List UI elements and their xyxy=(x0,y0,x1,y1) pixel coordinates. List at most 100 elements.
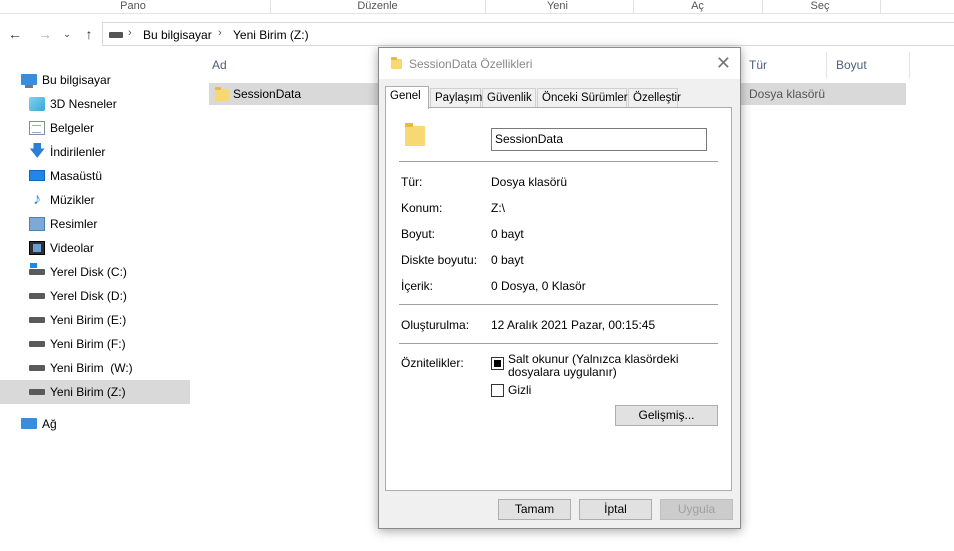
tab-sharing[interactable]: Paylaşım xyxy=(430,88,482,108)
forward-arrow-icon[interactable]: → xyxy=(36,24,54,44)
sidebar-item-label: Bu bilgisayar xyxy=(42,73,111,87)
sidebar-item-drive-z[interactable]: Yeni Birim (Z:) xyxy=(0,380,190,404)
drive-icon xyxy=(29,293,45,299)
desktop-icon xyxy=(29,170,45,181)
sidebar-item-music[interactable]: ♪ Müzikler xyxy=(0,188,190,212)
column-header-type[interactable]: Tür xyxy=(749,52,767,78)
breadcrumb-this-pc[interactable]: Bu bilgisayar xyxy=(143,28,212,42)
attributes-label: Öznitelikler: xyxy=(401,356,464,370)
sidebar-item-label: Ağ xyxy=(42,417,57,431)
readonly-checkbox[interactable] xyxy=(491,357,504,370)
hidden-checkbox-label[interactable]: Gizli xyxy=(508,384,718,397)
file-type: Dosya klasörü xyxy=(749,87,826,101)
address-bar[interactable]: › Bu bilgisayar › Yeni Birim (Z:) xyxy=(102,22,954,46)
recent-locations-chevron-icon[interactable]: ⌄ xyxy=(60,24,74,44)
sidebar-item-drive-e[interactable]: Yeni Birim (E:) xyxy=(0,308,190,332)
size-label: Boyut: xyxy=(401,227,436,241)
hidden-checkbox[interactable] xyxy=(491,384,504,397)
drive-icon xyxy=(29,365,45,371)
close-icon[interactable]: ✕ xyxy=(716,53,731,73)
drive-icon xyxy=(29,341,45,347)
sidebar-item-label: Müzikler xyxy=(50,193,95,207)
drive-icon xyxy=(29,389,45,395)
sidebar-item-network[interactable]: Ağ xyxy=(0,412,190,436)
cancel-button[interactable]: İptal xyxy=(579,499,652,520)
network-icon xyxy=(21,418,37,429)
ribbon-group-open: Aç xyxy=(691,0,704,12)
properties-dialog: SessionData Özellikleri ✕ Genel Paylaşım… xyxy=(378,47,741,529)
sidebar-item-label: 3D Nesneler xyxy=(50,97,117,111)
advanced-button[interactable]: Gelişmiş... xyxy=(615,405,718,426)
general-tab-panel: SessionData Tür: Dosya klasörü Konum: Z:… xyxy=(385,107,732,491)
column-separator[interactable] xyxy=(826,52,827,78)
videos-icon xyxy=(29,241,45,255)
sidebar-item-label: Yerel Disk (D:) xyxy=(50,289,127,303)
folder-icon xyxy=(405,123,425,146)
up-arrow-icon[interactable]: ↑ xyxy=(80,24,98,44)
folder-icon xyxy=(215,87,229,101)
tab-security[interactable]: Güvenlik xyxy=(482,88,536,108)
sidebar-item-pictures[interactable]: Resimler xyxy=(0,212,190,236)
readonly-checkbox-label[interactable]: Salt okunur (Yalnızca klasördeki dosyala… xyxy=(508,353,718,379)
dialog-title: SessionData Özellikleri xyxy=(409,57,533,71)
3d-objects-icon xyxy=(29,97,45,111)
navigation-pane: Bu bilgisayar 3D Nesneler Belgeler 🡇 İnd… xyxy=(0,60,192,551)
tab-previous-versions[interactable]: Önceki Sürümler xyxy=(537,88,628,108)
folder-name-input[interactable]: SessionData xyxy=(491,128,707,151)
music-icon: ♪ xyxy=(33,191,41,208)
sidebar-item-drive-c[interactable]: Yerel Disk (C:) xyxy=(0,260,190,284)
drive-icon xyxy=(29,317,45,323)
ribbon-group-labels: Pano Düzenle Yeni Aç Seç xyxy=(0,0,954,14)
sidebar-item-label: Masaüstü xyxy=(50,169,103,183)
ok-button[interactable]: Tamam xyxy=(498,499,571,520)
sidebar-item-label: Yeni Birim (Z:) xyxy=(50,385,126,399)
documents-icon xyxy=(29,121,45,135)
divider xyxy=(399,343,718,344)
column-header-name[interactable]: Ad xyxy=(212,52,227,78)
tab-customize[interactable]: Özelleştir xyxy=(628,88,681,108)
ribbon-group-new: Yeni xyxy=(546,0,568,12)
sidebar-item-drive-w[interactable]: Yeni Birim (W:) xyxy=(0,356,190,380)
sidebar-item-this-pc[interactable]: Bu bilgisayar xyxy=(0,68,190,92)
sidebar-item-drive-d[interactable]: Yerel Disk (D:) xyxy=(0,284,190,308)
sidebar-item-drive-f[interactable]: Yeni Birim (F:) xyxy=(0,332,190,356)
location-value: Z:\ xyxy=(491,201,505,215)
ribbon-group-clipboard: Pano xyxy=(120,0,146,12)
pictures-icon xyxy=(29,217,45,231)
sidebar-item-label: Yerel Disk (C:) xyxy=(50,265,127,279)
folder-icon xyxy=(391,57,402,69)
sidebar-item-label: Belgeler xyxy=(50,121,95,135)
type-label: Tür: xyxy=(401,175,423,189)
drive-icon xyxy=(109,32,123,38)
system-drive-icon xyxy=(29,263,45,275)
file-name: SessionData xyxy=(233,87,302,101)
sidebar-item-label: İndirilenler xyxy=(50,145,106,159)
divider xyxy=(399,304,718,305)
back-arrow-icon[interactable]: ← xyxy=(6,24,24,44)
disk-size-value: 0 bayt xyxy=(491,253,524,267)
sidebar-item-downloads[interactable]: 🡇 İndirilenler xyxy=(0,140,190,164)
sidebar-item-desktop[interactable]: Masaüstü xyxy=(0,164,190,188)
ribbon-group-select: Seç xyxy=(810,0,830,12)
sidebar-item-documents[interactable]: Belgeler xyxy=(0,116,190,140)
breadcrumb-drive-z[interactable]: Yeni Birim (Z:) xyxy=(233,28,309,42)
sidebar-item-label: Resimler xyxy=(50,217,98,231)
sidebar-item-3d-objects[interactable]: 3D Nesneler xyxy=(0,92,190,116)
sidebar-item-videos[interactable]: Videolar xyxy=(0,236,190,260)
tab-general[interactable]: Genel xyxy=(385,86,429,109)
created-value: 12 Aralık 2021 Pazar, 00:15:45 xyxy=(491,318,656,332)
dialog-titlebar[interactable]: SessionData Özellikleri ✕ xyxy=(379,48,740,79)
breadcrumb-chevron-icon[interactable]: › xyxy=(128,27,132,39)
apply-button[interactable]: Uygula xyxy=(660,499,733,520)
divider xyxy=(399,161,718,162)
column-separator[interactable] xyxy=(909,52,910,78)
computer-icon xyxy=(21,74,37,88)
disk-size-label: Diskte boyutu: xyxy=(401,253,478,267)
location-label: Konum: xyxy=(401,201,443,215)
column-header-size[interactable]: Boyut xyxy=(836,52,867,78)
sidebar-item-label: Yeni Birim (F:) xyxy=(50,337,126,351)
sidebar-item-label: Yeni Birim (E:) xyxy=(50,313,127,327)
sidebar-item-label: Yeni Birim (W:) xyxy=(50,361,133,375)
breadcrumb-chevron-icon[interactable]: › xyxy=(218,27,222,39)
ribbon-group-organize: Düzenle xyxy=(357,0,398,12)
